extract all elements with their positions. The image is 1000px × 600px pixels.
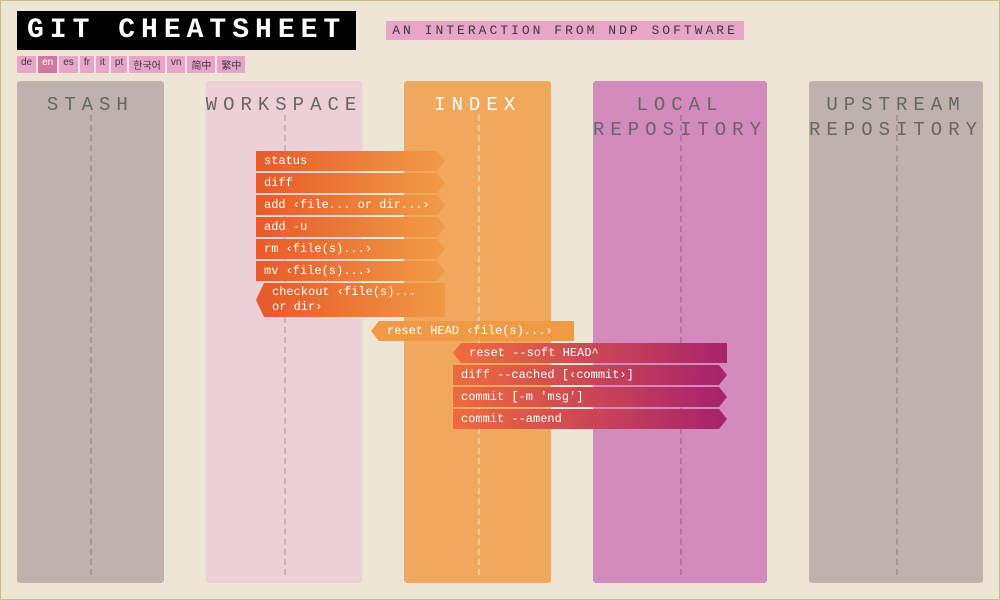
lang-zh-trad[interactable]: 繁中 xyxy=(217,56,245,73)
col-upstream-repository[interactable]: UPSTREAM REPOSITORY xyxy=(809,81,983,583)
lang-vn[interactable]: vn xyxy=(167,56,186,73)
cmd-mv[interactable]: mv ‹file(s)...› xyxy=(256,261,437,281)
cmd-status[interactable]: status xyxy=(256,151,437,171)
page-subtitle: AN INTERACTION FROM NDP SOFTWARE xyxy=(386,21,744,40)
cmd-rm[interactable]: rm ‹file(s)...› xyxy=(256,239,437,259)
lang-zh-simp[interactable]: 简中 xyxy=(187,56,215,73)
lang-it[interactable]: it xyxy=(96,56,109,73)
col-local-repo-label: LOCAL REPOSITORY xyxy=(593,81,767,142)
cmd-diff-cached[interactable]: diff --cached [‹commit›] xyxy=(453,365,719,385)
cmd-commit-amend[interactable]: commit --amend xyxy=(453,409,719,429)
lang-en[interactable]: en xyxy=(38,56,57,73)
cmd-diff[interactable]: diff xyxy=(256,173,437,193)
cmd-checkout[interactable]: checkout ‹file(s)... or dir› xyxy=(264,283,445,317)
col-upstream-repo-label: UPSTREAM REPOSITORY xyxy=(809,81,983,142)
col-workspace-label: WORKSPACE xyxy=(206,81,363,118)
lang-pt[interactable]: pt xyxy=(111,56,127,73)
cmd-add-u[interactable]: add -u xyxy=(256,217,437,237)
page-title: GIT CHEATSHEET xyxy=(17,11,356,50)
lang-ko[interactable]: 한국어 xyxy=(129,56,165,73)
cmd-reset-head[interactable]: reset HEAD ‹file(s)...› xyxy=(379,321,574,341)
lang-es[interactable]: es xyxy=(59,56,78,73)
lang-fr[interactable]: fr xyxy=(80,56,94,73)
col-stash[interactable]: STASH xyxy=(17,81,164,583)
col-local-repository[interactable]: LOCAL REPOSITORY xyxy=(593,81,767,583)
cmd-commit-msg[interactable]: commit [-m 'msg'] xyxy=(453,387,719,407)
col-index-label: INDEX xyxy=(404,81,551,118)
lang-de[interactable]: de xyxy=(17,56,36,73)
cmd-reset-soft[interactable]: reset --soft HEAD^ xyxy=(461,343,727,363)
col-stash-label: STASH xyxy=(17,81,164,118)
language-switcher: de en es fr it pt 한국어 vn 简中 繁中 xyxy=(1,56,999,73)
cmd-add[interactable]: add ‹file... or dir...› xyxy=(256,195,437,215)
